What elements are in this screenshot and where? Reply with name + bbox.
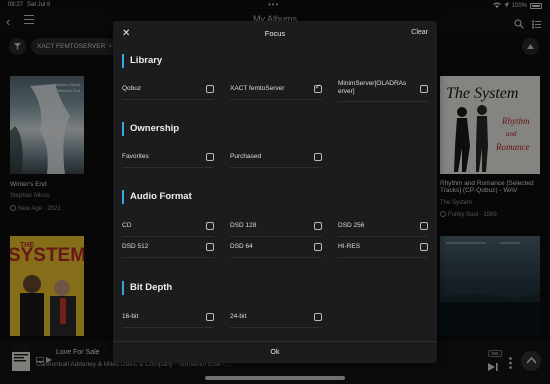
option-label: DSD 128: [230, 222, 257, 229]
checkbox-checked[interactable]: [314, 83, 322, 93]
option-favorites[interactable]: Favorites: [122, 148, 214, 168]
option-dsd-512[interactable]: DSD 512: [122, 238, 214, 258]
checkbox[interactable]: [314, 222, 322, 230]
clear-button[interactable]: Clear: [411, 29, 428, 36]
section-title-audio-format: Audio Format: [122, 190, 192, 204]
checkbox[interactable]: [420, 222, 428, 230]
option-dsd-256[interactable]: DSD 256: [338, 217, 428, 237]
option-label: DSD 512: [122, 243, 149, 250]
checkbox[interactable]: [314, 153, 322, 161]
checkbox[interactable]: [314, 243, 322, 251]
section-title-bit-depth: Bit Depth: [122, 281, 172, 295]
option-dsd-64[interactable]: DSD 64: [230, 238, 322, 258]
option-label-line-2: erver]: [338, 88, 355, 95]
dialog-title: Focus: [264, 29, 286, 38]
option-label: DSD 256: [338, 222, 365, 229]
section-title-library: Library: [122, 54, 162, 68]
option-label: Qobuz: [122, 85, 142, 92]
option-xact-femtoserver[interactable]: XACT femtoServer: [230, 80, 322, 100]
option-cd[interactable]: CD: [122, 217, 214, 237]
option-label: 16-bit: [122, 313, 139, 320]
checkbox[interactable]: [206, 243, 214, 251]
checkbox[interactable]: [314, 313, 322, 321]
checkbox[interactable]: [206, 153, 214, 161]
option-24-bit[interactable]: 24-bit: [230, 308, 322, 328]
checkbox[interactable]: [206, 313, 214, 321]
option-label: Purchased: [230, 153, 262, 160]
ok-button[interactable]: Ok: [113, 342, 437, 363]
option-minimserver[interactable]: MinimServer[OLADRAs erver]: [338, 80, 428, 102]
option-16-bit[interactable]: 16-bit: [122, 308, 214, 328]
checkbox[interactable]: [420, 243, 428, 251]
option-label: CD: [122, 222, 132, 229]
option-label: DSD 64: [230, 243, 253, 250]
option-label: Favorites: [122, 153, 149, 160]
option-purchased[interactable]: Purchased: [230, 148, 322, 168]
checkbox[interactable]: [206, 222, 214, 230]
option-dsd-128[interactable]: DSD 128: [230, 217, 322, 237]
option-label: HI-RES: [338, 243, 361, 250]
option-label: MinimServer[OLADRAs erver]: [338, 80, 406, 96]
checkbox[interactable]: [420, 85, 428, 93]
focus-dialog: ✕ Focus Clear Library Qobuz XACT femtoSe…: [113, 21, 437, 363]
ok-bar: Ok: [113, 341, 437, 363]
option-label: XACT femtoServer: [230, 85, 285, 92]
option-qobuz[interactable]: Qobuz: [122, 80, 214, 100]
option-hi-res[interactable]: HI-RES: [338, 238, 428, 258]
option-label-line-1: MinimServer[OLADRAs: [338, 80, 407, 87]
option-label: 24-bit: [230, 313, 247, 320]
checkbox[interactable]: [206, 85, 214, 93]
section-title-ownership: Ownership: [122, 122, 179, 136]
